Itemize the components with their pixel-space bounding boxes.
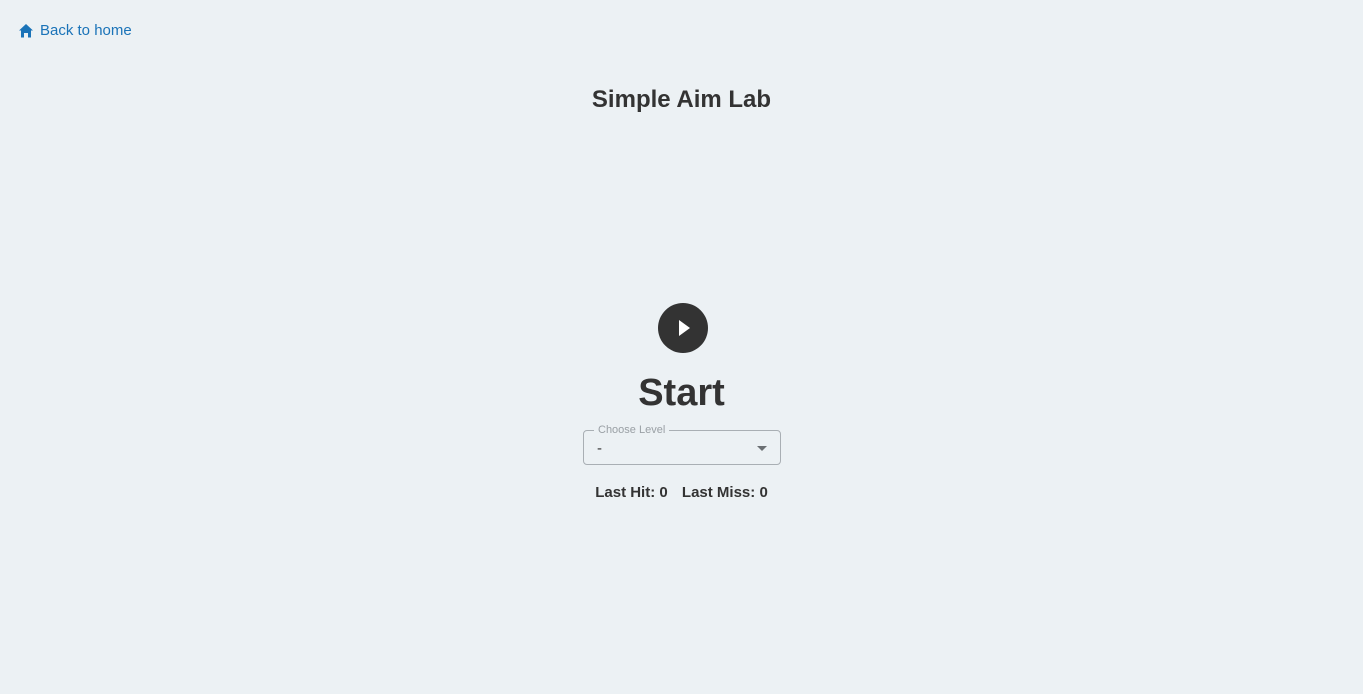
back-to-home-link[interactable]: Back to home (18, 22, 132, 39)
last-miss-label: Last Miss: (681, 484, 756, 501)
dropdown-arrow-icon (757, 446, 767, 451)
stats-bar: Last Hit: 0 Last Miss: 0 (0, 484, 1363, 501)
home-icon (18, 23, 34, 39)
last-miss-stat: Last Miss: 0 (682, 484, 768, 501)
play-icon (679, 320, 690, 336)
level-select-value: - (597, 440, 602, 457)
level-select-legend: Choose Level (594, 423, 670, 437)
back-to-home-label: Back to home (40, 22, 132, 39)
page-title: Simple Aim Lab (591, 86, 772, 113)
start-label[interactable]: Start (0, 372, 1363, 415)
last-miss-value: 0 (759, 484, 768, 501)
last-hit-stat: Last Hit: 0 (595, 484, 672, 501)
play-button[interactable] (658, 303, 708, 353)
page: Back to home Simple Aim Lab Start Choose… (0, 0, 1363, 694)
level-select[interactable]: Choose Level - (583, 423, 781, 465)
last-hit-label: Last Hit: (595, 484, 656, 501)
last-hit-value: 0 (659, 484, 668, 501)
